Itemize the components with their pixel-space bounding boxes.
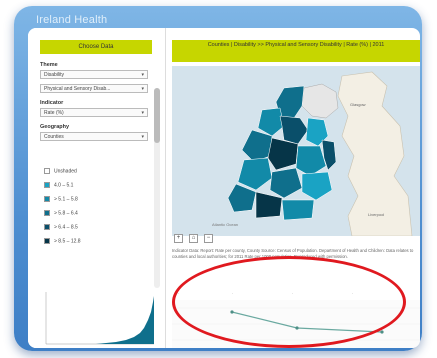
sidebar: Choose Data Theme Disability ▾ Physical … [28, 28, 166, 348]
geography-select[interactable]: Counties ▾ [40, 132, 148, 141]
distribution-histogram [45, 292, 154, 345]
legend-swatch [44, 210, 50, 216]
zoom-in-button[interactable]: + [174, 234, 183, 243]
map-title: Counties | Disability >> Physical and Se… [172, 40, 420, 62]
sidebar-scrollbar[interactable] [154, 88, 160, 288]
ireland-map[interactable]: Glasgow Liverpool Atlantic Ocean [172, 66, 420, 236]
chevron-down-icon: ▾ [141, 110, 144, 116]
map-canvas[interactable]: Glasgow Liverpool Atlantic Ocean [172, 66, 420, 236]
svg-text:Liverpool: Liverpool [368, 212, 384, 217]
legend-label: > 5.8 – 6.4 [54, 210, 78, 217]
chevron-down-icon: ▾ [141, 72, 144, 78]
app-title: Ireland Health [36, 14, 108, 26]
legend-swatch [44, 238, 50, 244]
legend-item: > 8.5 – 12.8 [44, 238, 81, 245]
legend-swatch [44, 182, 50, 188]
legend-swatch [44, 168, 50, 174]
scrollbar-thumb[interactable] [154, 88, 160, 143]
legend-label: 4.0 – 5.1 [54, 182, 74, 189]
legend-label: > 8.5 – 12.8 [54, 238, 81, 245]
indicator-select-value: Rate (%) [44, 110, 64, 116]
geography-label: Geography [40, 124, 70, 130]
theme-label: Theme [40, 62, 58, 68]
chevron-down-icon: ▾ [141, 86, 144, 92]
svg-text:Glasgow: Glasgow [350, 102, 366, 107]
chevron-down-icon: ▾ [141, 134, 144, 140]
geography-select-value: Counties [44, 134, 64, 140]
map-toolbar: + ⌂ − [174, 234, 213, 244]
legend-swatch [44, 224, 50, 230]
legend-item: Unshaded [44, 168, 77, 175]
subtheme-select-value: Physical and Sensory Disab... [44, 86, 111, 92]
legend-item: 4.0 – 5.1 [44, 182, 73, 189]
zoom-out-button[interactable]: − [204, 234, 213, 243]
home-button[interactable]: ⌂ [189, 234, 198, 243]
legend-label: > 6.4 – 8.5 [54, 224, 78, 231]
legend-label: > 5.1 – 5.8 [54, 196, 78, 203]
svg-text:Atlantic Ocean: Atlantic Ocean [212, 222, 238, 227]
indicator-label: Indicator [40, 100, 64, 106]
theme-select-value: Disability [44, 72, 65, 78]
indicator-select[interactable]: Rate (%) ▾ [40, 108, 148, 117]
legend-label: Unshaded [54, 168, 77, 175]
sidebar-header: Choose Data [40, 40, 152, 54]
data-point-2011[interactable] [380, 330, 384, 334]
legend-item: > 5.8 – 6.4 [44, 210, 78, 217]
legend-swatch [44, 196, 50, 202]
theme-select[interactable]: Disability ▾ [40, 70, 148, 79]
subtheme-select[interactable]: Physical and Sensory Disab... ▾ [40, 84, 148, 93]
legend-item: > 5.1 – 5.8 [44, 196, 78, 203]
legend-item: > 6.4 – 8.5 [44, 224, 78, 231]
highlight-circle [172, 256, 406, 348]
